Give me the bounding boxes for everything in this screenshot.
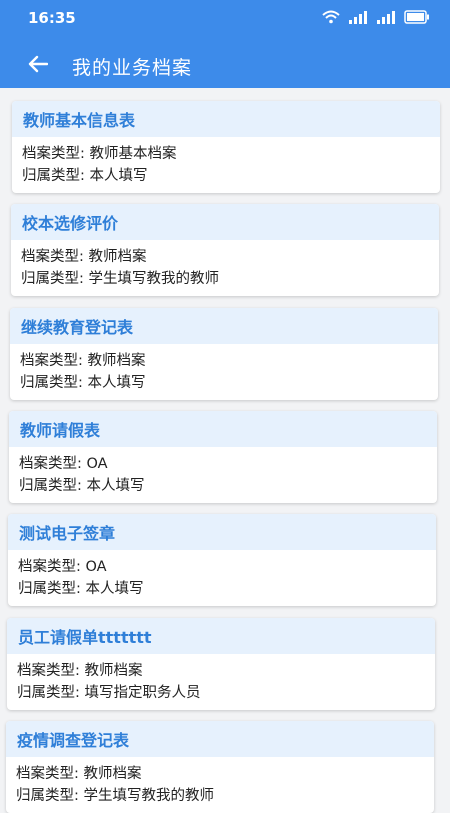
archive-type-value: 教师档案 bbox=[87, 353, 146, 369]
owner-type-value: 本人填写 bbox=[85, 581, 144, 597]
signal-icon bbox=[376, 10, 396, 24]
owner-type-label: 归属类型: bbox=[17, 685, 85, 701]
archive-type-row: 档案类型: OA bbox=[18, 556, 436, 578]
archive-type-value: 教师档案 bbox=[84, 663, 143, 679]
card-title: 校本选修评价 bbox=[11, 204, 439, 240]
owner-type-value: 本人填写 bbox=[89, 168, 148, 184]
page-title: 我的业务档案 bbox=[72, 57, 193, 79]
card-title: 员工请假单ttttttt bbox=[7, 618, 435, 654]
archive-card[interactable]: 员工请假单ttttttt 档案类型: 教师档案 归属类型: 填写指定职务人员 bbox=[7, 618, 435, 710]
status-time: 16:35 bbox=[28, 9, 76, 27]
archive-type-value: 教师档案 bbox=[83, 766, 142, 782]
owner-type-value: 本人填写 bbox=[87, 375, 146, 391]
owner-type-value: 学生填写教我的教师 bbox=[88, 271, 220, 287]
archive-card[interactable]: 继续教育登记表 档案类型: 教师档案 归属类型: 本人填写 bbox=[10, 308, 438, 400]
archive-type-label: 档案类型: bbox=[21, 249, 89, 265]
owner-type-label: 归属类型: bbox=[19, 478, 87, 494]
owner-type-value: 学生填写教我的教师 bbox=[83, 788, 215, 804]
header: 16:35 我的业务档案 bbox=[0, 0, 450, 88]
arrow-left-icon bbox=[28, 55, 49, 77]
owner-type-row: 归属类型: 学生填写教我的教师 bbox=[21, 268, 439, 290]
archive-type-label: 档案类型: bbox=[18, 559, 86, 575]
card-title: 教师请假表 bbox=[9, 411, 437, 447]
archive-type-value: OA bbox=[85, 559, 107, 575]
card-title: 疫情调查登记表 bbox=[6, 721, 434, 757]
wifi-icon bbox=[322, 10, 340, 24]
archive-card[interactable]: 校本选修评价 档案类型: 教师档案 归属类型: 学生填写教我的教师 bbox=[11, 204, 439, 296]
archive-type-label: 档案类型: bbox=[17, 663, 85, 679]
archive-card[interactable]: 教师基本信息表 档案类型: 教师基本档案 归属类型: 本人填写 bbox=[12, 101, 440, 193]
owner-type-label: 归属类型: bbox=[20, 375, 88, 391]
back-button[interactable] bbox=[22, 50, 54, 82]
app-bar: 我的业务档案 bbox=[0, 44, 450, 88]
archive-type-value: OA bbox=[86, 456, 108, 472]
archive-type-label: 档案类型: bbox=[22, 146, 90, 162]
archive-type-row: 档案类型: 教师档案 bbox=[16, 763, 434, 785]
archive-card[interactable]: 教师请假表 档案类型: OA 归属类型: 本人填写 bbox=[9, 411, 437, 503]
owner-type-row: 归属类型: 本人填写 bbox=[20, 372, 438, 394]
owner-type-row: 归属类型: 本人填写 bbox=[19, 475, 437, 497]
archive-type-row: 档案类型: 教师档案 bbox=[20, 350, 438, 372]
archive-card[interactable]: 测试电子签章 档案类型: OA 归属类型: 本人填写 bbox=[8, 514, 436, 606]
archive-type-value: 教师基本档案 bbox=[89, 146, 177, 162]
owner-type-row: 归属类型: 本人填写 bbox=[22, 165, 440, 187]
card-title: 教师基本信息表 bbox=[12, 101, 440, 137]
archive-type-row: 档案类型: 教师档案 bbox=[21, 246, 439, 268]
archive-type-row: 档案类型: 教师基本档案 bbox=[22, 143, 440, 165]
card-title: 继续教育登记表 bbox=[10, 308, 438, 344]
owner-type-row: 归属类型: 本人填写 bbox=[18, 578, 436, 600]
archive-type-row: 档案类型: OA bbox=[19, 453, 437, 475]
battery-icon bbox=[404, 10, 430, 24]
status-icons bbox=[322, 10, 430, 24]
owner-type-row: 归属类型: 学生填写教我的教师 bbox=[16, 785, 434, 807]
owner-type-label: 归属类型: bbox=[16, 788, 84, 804]
archive-type-label: 档案类型: bbox=[20, 353, 88, 369]
archive-type-label: 档案类型: bbox=[16, 766, 84, 782]
signal-icon bbox=[348, 10, 368, 24]
owner-type-value: 本人填写 bbox=[86, 478, 145, 494]
owner-type-value: 填写指定职务人员 bbox=[84, 685, 201, 701]
status-bar: 16:35 bbox=[0, 0, 450, 36]
owner-type-row: 归属类型: 填写指定职务人员 bbox=[17, 682, 435, 704]
owner-type-label: 归属类型: bbox=[21, 271, 89, 287]
archive-card[interactable]: 疫情调查登记表 档案类型: 教师档案 归属类型: 学生填写教我的教师 bbox=[6, 721, 434, 813]
owner-type-label: 归属类型: bbox=[18, 581, 86, 597]
archive-type-value: 教师档案 bbox=[88, 249, 147, 265]
archive-type-label: 档案类型: bbox=[19, 456, 87, 472]
archive-type-row: 档案类型: 教师档案 bbox=[17, 660, 435, 682]
card-title: 测试电子签章 bbox=[8, 514, 436, 550]
owner-type-label: 归属类型: bbox=[22, 168, 90, 184]
